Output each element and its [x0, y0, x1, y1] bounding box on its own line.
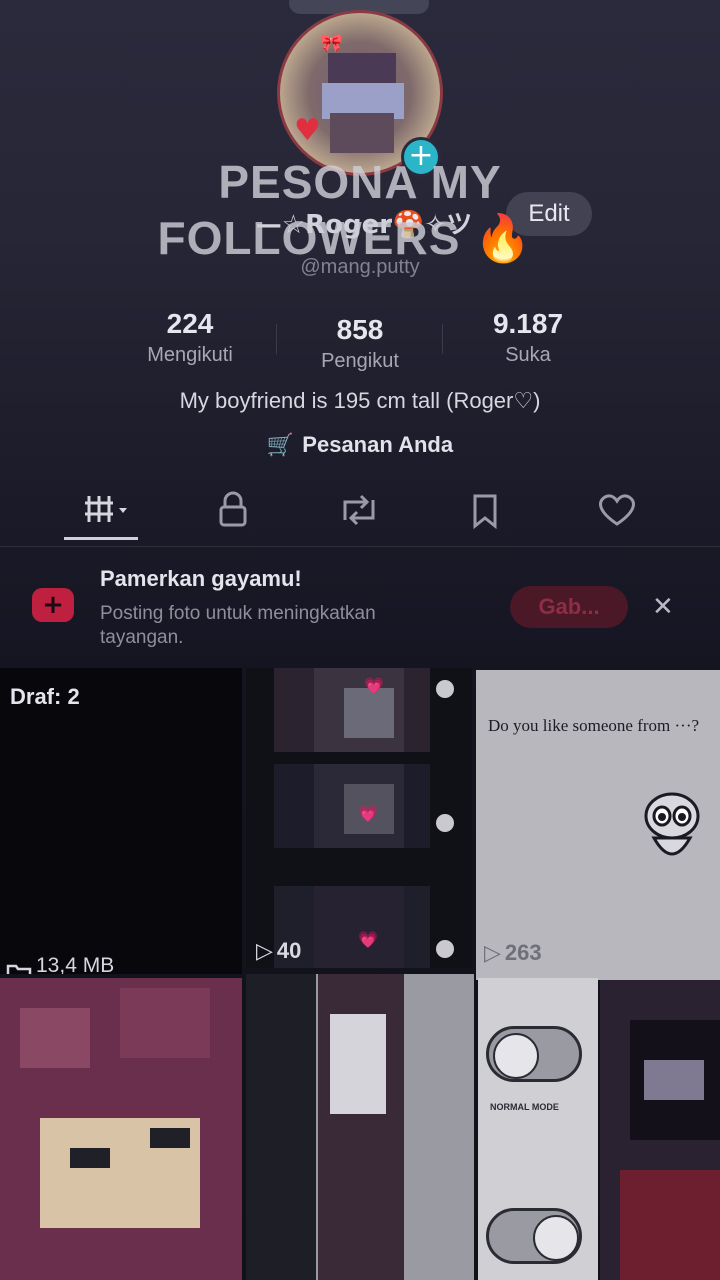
grid-icon	[85, 496, 127, 522]
view-count: ▷ 263	[484, 940, 542, 966]
promo-banner: + Pamerkan gayamu! Posting foto untuk me…	[0, 556, 720, 664]
lock-icon	[219, 491, 247, 527]
banner-text: Posting foto untuk meningkatkan tayangan…	[100, 603, 376, 648]
video-tile[interactable]	[600, 980, 720, 1280]
stat-followers-value: 858	[336, 314, 384, 345]
close-icon[interactable]: ✕	[652, 592, 674, 622]
profile-tabs	[0, 484, 720, 544]
play-icon: ▷	[484, 941, 501, 966]
video-tile[interactable]: Do you like someone from ···? ▷ 263	[476, 670, 720, 980]
join-button[interactable]: Gab...	[510, 586, 628, 628]
tab-videos[interactable]	[60, 484, 150, 540]
heart-icon	[599, 494, 635, 526]
heart-sticker-icon: 💗	[358, 930, 378, 949]
fire-icon: 🔥	[474, 211, 533, 265]
toggle-graphic	[486, 1208, 582, 1264]
cart-icon: 🛒	[266, 433, 295, 458]
video-grid: Draf: 2 13,4 MB 💗 💗 💗 ▷ 40 Do you like so…	[0, 668, 720, 1280]
overlay-title-line1: PESONA MY	[218, 156, 502, 208]
draft-size: 13,4 MB	[36, 954, 115, 974]
normal-mode-label: NORMAL MODE	[490, 1102, 559, 1112]
tab-repost[interactable]	[314, 484, 404, 540]
heart-sticker-icon: 💗	[358, 804, 378, 823]
tab-liked[interactable]	[572, 484, 662, 540]
username: @mang.putty	[300, 256, 420, 278]
overlay-title: PESONA MY FOLLOWERS 🔥	[0, 154, 720, 266]
drafts-tile[interactable]: Draf: 2 13,4 MB	[0, 668, 242, 974]
view-count-value: 40	[276, 938, 302, 963]
toggle-graphic	[486, 1026, 582, 1082]
stat-likes[interactable]: 9.187 Suka	[448, 306, 608, 368]
stat-divider	[276, 324, 277, 354]
stat-following[interactable]: 224 Mengikuti	[110, 306, 270, 368]
heart-icon: ♥	[294, 113, 321, 148]
video-tile[interactable]	[246, 974, 474, 1280]
bookmark-icon	[473, 494, 497, 530]
folder-icon	[6, 964, 32, 974]
profile-stats: 224 Mengikuti 858 Pengikut 9.187 Suka	[110, 306, 630, 376]
orders-label: Pesanan Anda	[302, 432, 454, 457]
repost-icon	[343, 494, 375, 526]
video-tile[interactable]: NORMAL MODE	[478, 978, 598, 1280]
video-tile[interactable]	[0, 978, 242, 1280]
banner-title: Pamerkan gayamu!	[100, 566, 302, 591]
orders-link[interactable]: 🛒 Pesanan Anda	[0, 432, 720, 458]
camera-plus-icon: +	[32, 588, 74, 622]
sticker-character-icon	[644, 792, 700, 856]
stat-followers[interactable]: 858 Pengikut	[280, 312, 440, 374]
stat-following-value: 224	[166, 308, 214, 339]
video-caption: Do you like someone from ···?	[488, 716, 700, 735]
bio: My boyfriend is 195 cm tall (Roger♡)	[179, 388, 541, 413]
draft-count: Draf: 2	[10, 684, 80, 709]
tabs-divider	[0, 546, 720, 547]
tab-saved[interactable]	[440, 484, 530, 540]
tab-private[interactable]	[188, 484, 278, 540]
view-count-value: 263	[504, 940, 542, 965]
stat-likes-value: 9.187	[492, 308, 564, 339]
stat-likes-label: Suka	[505, 344, 551, 366]
heart-sticker-icon: 💗	[364, 676, 384, 695]
play-icon: ▷	[256, 939, 273, 964]
active-tab-indicator	[64, 537, 138, 540]
video-tile[interactable]: 💗 💗 💗 ▷ 40	[246, 668, 472, 968]
stat-following-label: Mengikuti	[147, 344, 233, 366]
stat-followers-label: Pengikut	[321, 350, 399, 372]
stat-divider	[442, 324, 443, 354]
view-count: ▷ 40	[256, 938, 301, 964]
bow-icon: 🎀	[320, 33, 343, 54]
